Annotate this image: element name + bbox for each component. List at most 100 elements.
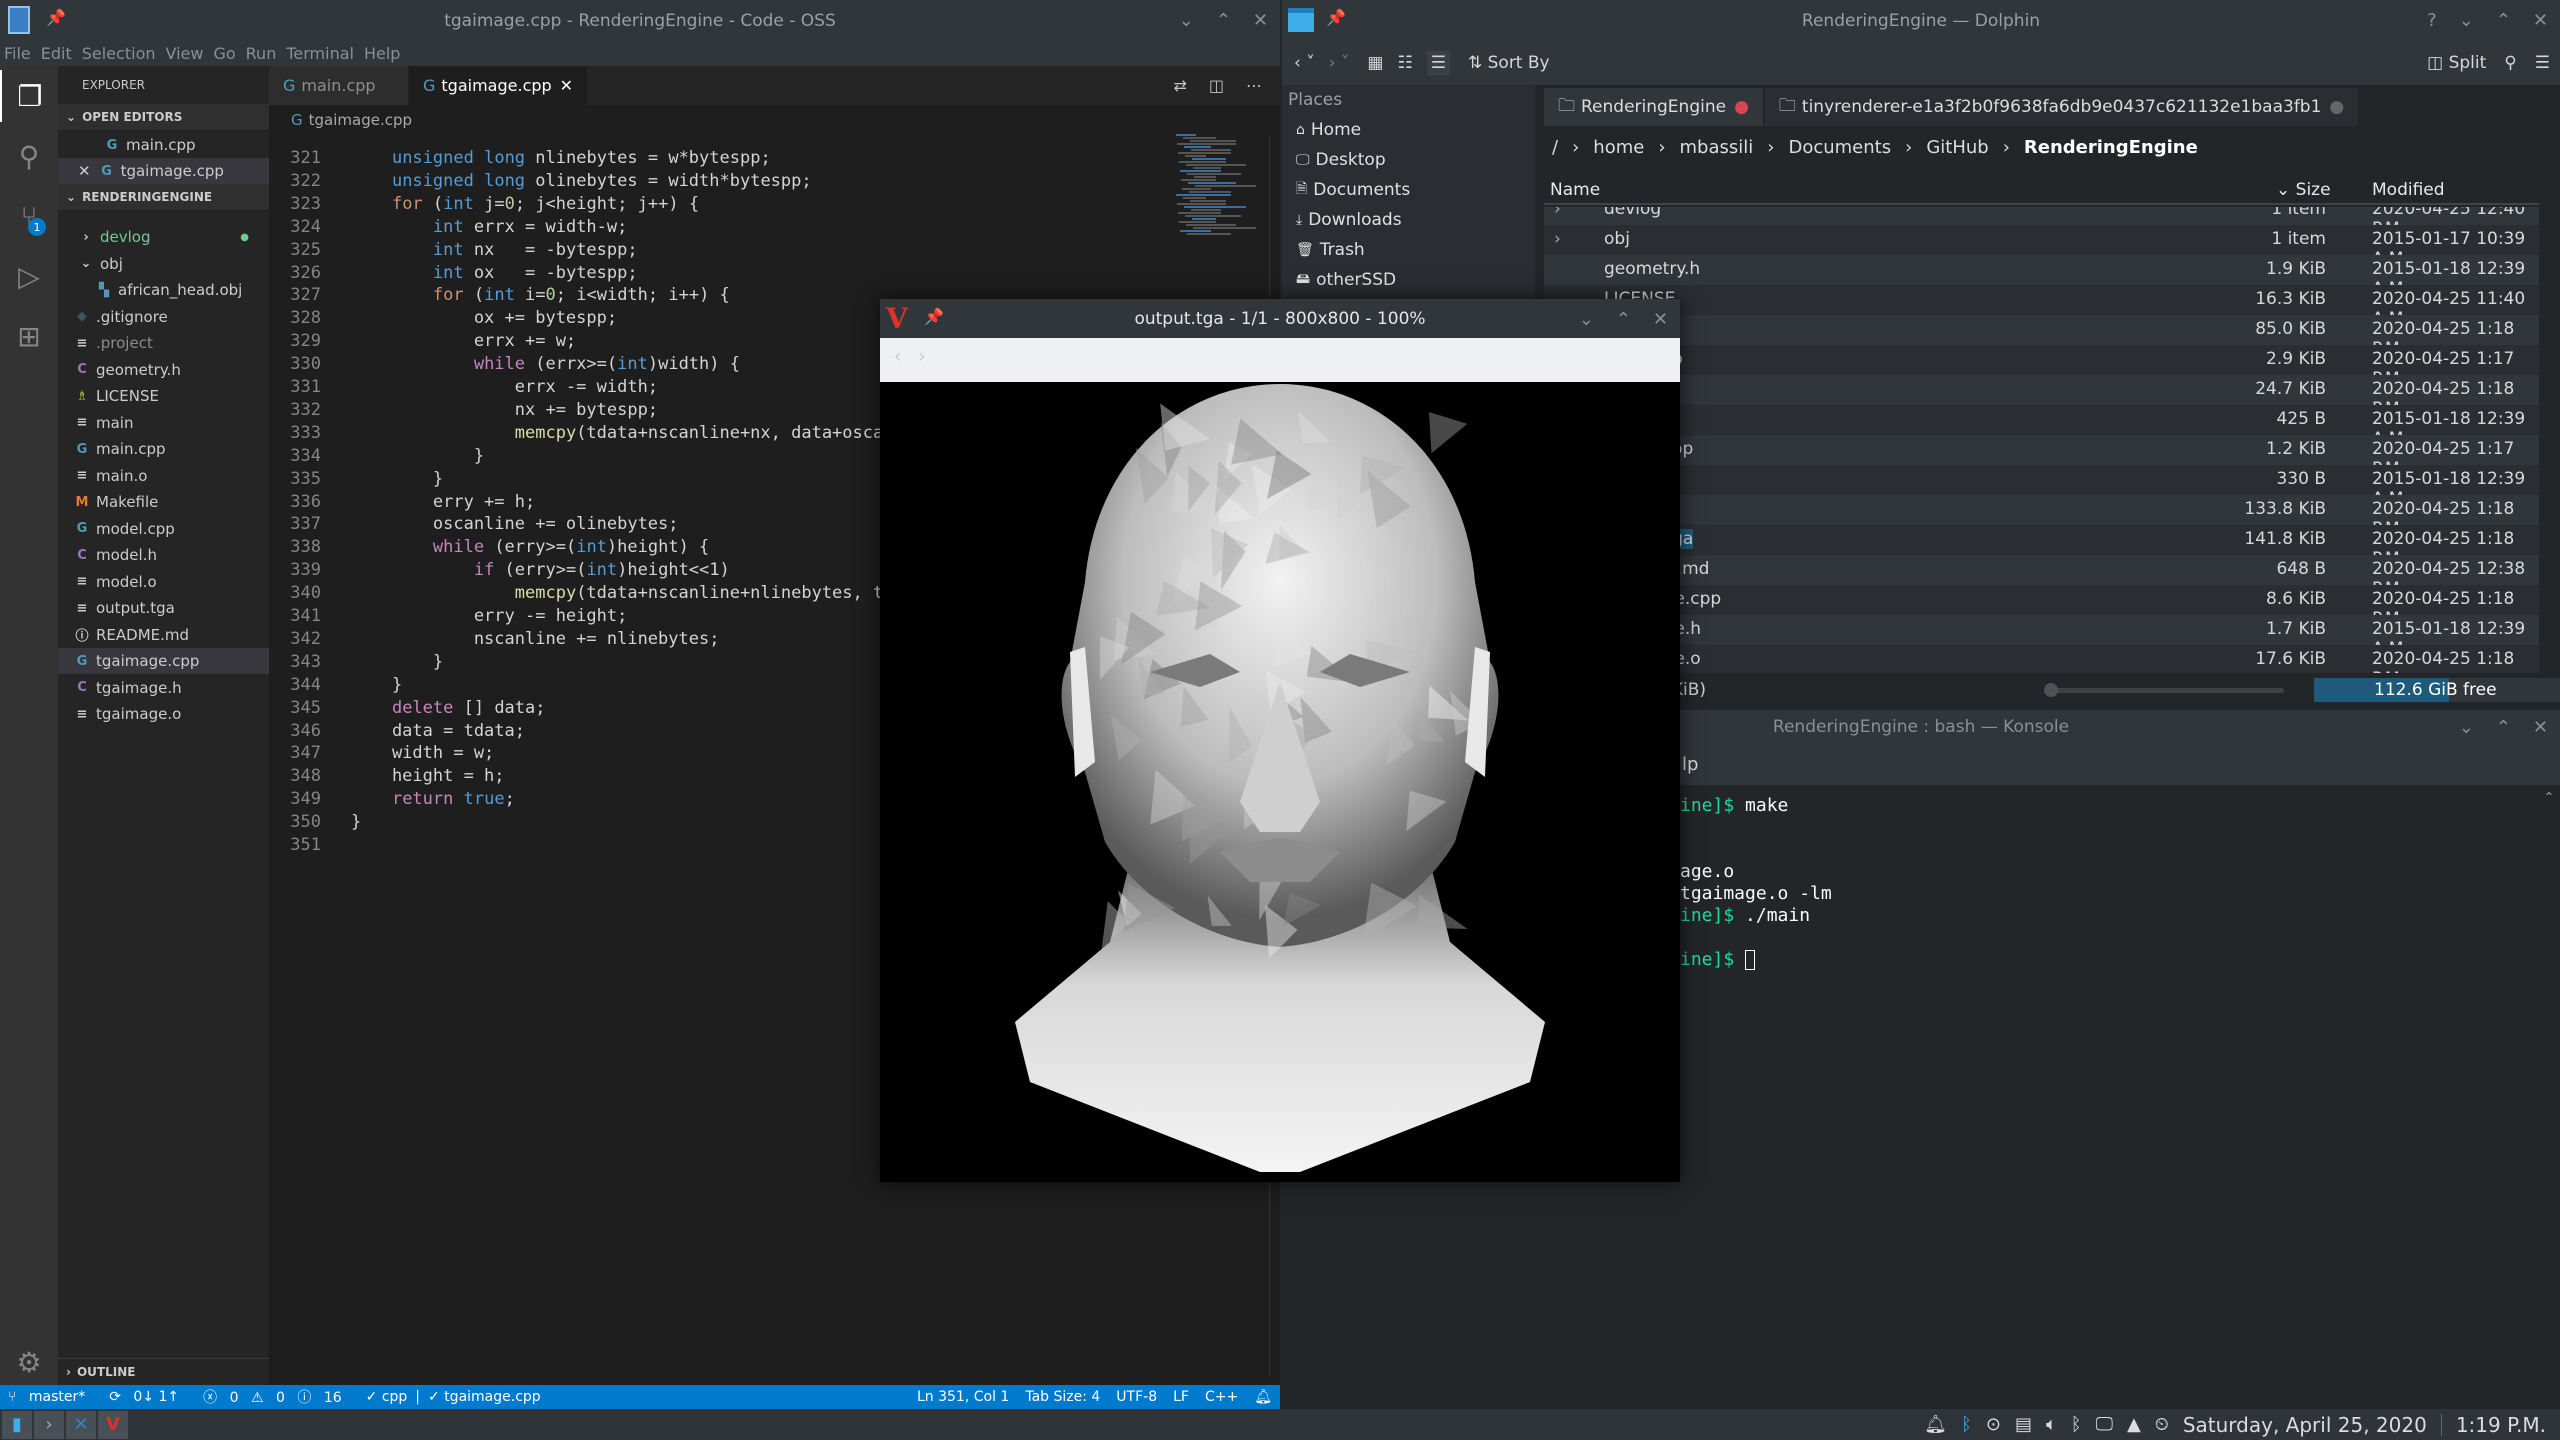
- file-tree-item[interactable]: Cgeometry.h: [58, 357, 269, 383]
- file-tree-item[interactable]: ≡ main: [58, 410, 269, 436]
- menu-selection[interactable]: Selection: [82, 44, 156, 63]
- run-debug-icon[interactable]: ▷: [0, 250, 58, 302]
- taskbar-konsole[interactable]: ›: [34, 1410, 64, 1439]
- menu-run[interactable]: Run: [246, 44, 277, 63]
- crumb-item[interactable]: /: [1552, 137, 1558, 158]
- file-row[interactable]: tgaimage.cpp8.6 KiB2020-04-25 1:18 P.M.: [1544, 585, 2539, 629]
- crumb-item[interactable]: home: [1593, 137, 1644, 158]
- file-tree-item[interactable]: ▚ african_head.obj: [58, 277, 269, 303]
- tab-tinyrenderer[interactable]: 🗀 tinyrenderer-e1a3f2b0f9638fa6db9e0437c…: [1764, 88, 2359, 126]
- volume-icon[interactable]: 🔈︎: [2046, 1414, 2057, 1435]
- date[interactable]: Saturday, April 25, 2020: [2183, 1413, 2427, 1437]
- show-hidden-icon[interactable]: ▲: [2127, 1414, 2141, 1435]
- zoom-slider[interactable]: [2044, 683, 2284, 697]
- settings-gear-icon[interactable]: ⚙: [0, 1336, 58, 1388]
- expand-icon[interactable]: ›: [1554, 229, 1561, 249]
- taskbar-dolphin[interactable]: ▮: [2, 1410, 32, 1439]
- minimize-icon[interactable]: ⌄: [1179, 10, 1194, 31]
- bluetooth-app-icon[interactable]: ᛒ: [1961, 1414, 1972, 1435]
- minimap[interactable]: [1176, 134, 1256, 235]
- explorer-icon[interactable]: ❐: [0, 70, 58, 122]
- clipboard-icon[interactable]: ▤: [2015, 1414, 2032, 1435]
- media-player-icon[interactable]: ⊙: [1986, 1414, 2001, 1435]
- terminal-scrollbar[interactable]: ⌃: [2544, 790, 2556, 1390]
- outline-section[interactable]: › OUTLINE: [58, 1358, 269, 1384]
- notifications-bell-icon[interactable]: 🔔︎: [1254, 1389, 1272, 1405]
- split-editor-icon[interactable]: ◫: [1209, 76, 1224, 95]
- pin-icon[interactable]: 📌: [46, 8, 66, 27]
- close-icon[interactable]: ✕: [78, 162, 91, 180]
- file-tree-item[interactable]: ♗ LICENSE: [58, 383, 269, 409]
- file-row[interactable]: Makefile425 B2015-01-18 12:39 A.M.: [1544, 405, 2539, 449]
- terminal-output[interactable]: ine]$ make age.o tgaimage.o -lm ine]$ ./mai…: [1680, 795, 2540, 1395]
- file-tree-item[interactable]: M Makefile: [58, 489, 269, 515]
- compact-view-icon[interactable]: ☷: [1397, 53, 1412, 73]
- breadcrumb[interactable]: Gtgaimage.cpp: [269, 105, 1280, 134]
- maximize-icon[interactable]: ⌃: [2496, 10, 2511, 31]
- close-tab-icon[interactable]: ●: [1734, 97, 1749, 117]
- file-tree-item[interactable]: › devlog ●: [58, 224, 269, 250]
- file-row[interactable]: model.o133.8 KiB2020-04-25 1:18 P.M.: [1544, 495, 2539, 539]
- file-row[interactable]: LICENSE16.3 KiB2020-04-25 11:40 A.M.: [1544, 285, 2539, 329]
- file-row[interactable]: geometry.h1.9 KiB2015-01-18 12:39 A.M.: [1544, 255, 2539, 299]
- crumb-item[interactable]: Documents: [1788, 137, 1891, 158]
- forward-icon[interactable]: › ˅: [1329, 53, 1350, 73]
- crumb-item[interactable]: RenderingEngine: [2024, 137, 2198, 158]
- sync-indicator[interactable]: ⟳ 0↓ 1↑: [109, 1389, 187, 1405]
- tab-tgaimage-cpp[interactable]: Gtgaimage.cpp ✕: [409, 66, 589, 105]
- location-breadcrumb[interactable]: / › home › mbassili › Documents › GitHub › Renderi…: [1552, 130, 2198, 164]
- maximize-icon[interactable]: ⌃: [1616, 309, 1631, 330]
- place-desktop[interactable]: 🖵 Desktop: [1282, 145, 1535, 175]
- close-icon[interactable]: ✕: [2533, 717, 2548, 738]
- menu-file[interactable]: File: [4, 44, 31, 63]
- search-icon[interactable]: ⚲: [0, 130, 58, 182]
- source-control-icon[interactable]: ⑂ 1: [0, 190, 58, 242]
- taskbar-vscode[interactable]: ✕: [66, 1410, 96, 1439]
- split-button[interactable]: ◫ Split: [2427, 53, 2486, 73]
- open-editor-item[interactable]: ✕ Gtgaimage.cpp: [58, 158, 269, 184]
- hamburger-menu-icon[interactable]: ☰: [2535, 53, 2550, 73]
- file-tree-item[interactable]: Cmodel.h: [58, 542, 269, 568]
- time[interactable]: 1:19 P.M.: [2456, 1413, 2546, 1437]
- more-actions-icon[interactable]: ⋯: [1246, 76, 1262, 95]
- file-tree-item[interactable]: ◆ .gitignore: [58, 304, 269, 330]
- project-section[interactable]: ⌄ RENDERINGENGINE: [58, 184, 269, 210]
- file-row[interactable]: model.h330 B2015-01-18 12:39 A.M.: [1544, 465, 2539, 509]
- icons-view-icon[interactable]: ▦: [1367, 53, 1383, 73]
- file-row[interactable]: main.o24.7 KiB2020-04-25 1:18 P.M.: [1544, 375, 2539, 419]
- back-icon[interactable]: ‹ ˅: [1294, 53, 1315, 73]
- sort-by-button[interactable]: ⇅ Sort By: [1468, 53, 1550, 73]
- file-row[interactable]: main85.0 KiB2020-04-25 1:18 P.M.: [1544, 315, 2539, 359]
- file-row[interactable]: ›devlog1 item2020-04-25 12:40 P.M.: [1544, 207, 2539, 239]
- previous-image-icon[interactable]: ‹: [894, 346, 901, 367]
- menu-help[interactable]: lp: [1682, 754, 1698, 775]
- cursor-position[interactable]: Ln 351, Col 1: [917, 1389, 1009, 1405]
- place-home[interactable]: ⌂ Home: [1282, 115, 1535, 145]
- file-row[interactable]: ›obj1 item2015-01-17 10:39 A.M.: [1544, 225, 2539, 269]
- file-row[interactable]: main.cpp2.9 KiB2020-04-25 1:17 P.M.: [1544, 345, 2539, 389]
- file-check[interactable]: ✓ tgaimage.cpp: [428, 1389, 541, 1405]
- eol[interactable]: LF: [1173, 1389, 1189, 1405]
- help-icon[interactable]: ?: [2427, 10, 2437, 31]
- tab-size[interactable]: Tab Size: 4: [1025, 1389, 1100, 1405]
- menu-view[interactable]: View: [166, 44, 204, 63]
- close-icon[interactable]: ✕: [1253, 10, 1268, 31]
- bluetooth-icon[interactable]: ᛒ: [2071, 1414, 2082, 1435]
- name-column-header[interactable]: Name: [1550, 180, 1600, 200]
- next-image-icon[interactable]: ›: [918, 346, 925, 367]
- close-tab-icon[interactable]: ●: [2329, 97, 2344, 117]
- place-documents[interactable]: 🗎 Documents: [1282, 175, 1535, 205]
- file-tree-item[interactable]: ≡ tgaimage.o: [58, 701, 269, 727]
- encoding[interactable]: UTF-8: [1116, 1389, 1157, 1405]
- file-tree-item[interactable]: ≡ main.o: [58, 463, 269, 489]
- menu-terminal[interactable]: Terminal: [286, 44, 354, 63]
- menu-edit[interactable]: Edit: [41, 44, 72, 63]
- menu-help[interactable]: Help: [364, 44, 400, 63]
- crumb-item[interactable]: GitHub: [1926, 137, 1988, 158]
- minimize-icon[interactable]: ⌄: [2459, 10, 2474, 31]
- close-tab-icon[interactable]: ✕: [560, 76, 573, 95]
- file-row[interactable]: tgaimage.h1.7 KiB2015-01-18 12:39 A.M.: [1544, 615, 2539, 659]
- branch-indicator[interactable]: ⑂ master*: [8, 1389, 93, 1405]
- lang-check[interactable]: ✓ cpp: [366, 1389, 408, 1405]
- size-column-header[interactable]: ⌄ Size: [2276, 180, 2331, 200]
